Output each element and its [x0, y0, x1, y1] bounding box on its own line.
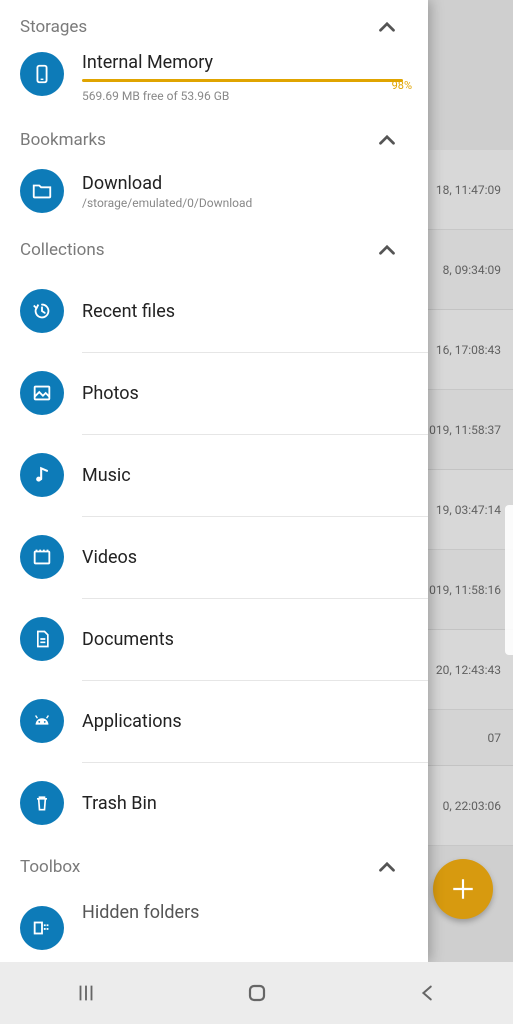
chevron-up-icon [374, 854, 400, 880]
storage-progress: 98% [82, 79, 410, 83]
background-file-list: 18, 11:47:09 8, 09:34:09 16, 17:08:43 01… [413, 150, 513, 950]
document-icon [20, 617, 64, 661]
system-navigation-bar [0, 962, 513, 1024]
collection-label: Documents [82, 629, 428, 650]
bg-row: 18, 11:47:09 [413, 150, 513, 230]
chevron-up-icon [374, 14, 400, 40]
bg-row: 16, 17:08:43 [413, 310, 513, 390]
bg-row: 019, 11:58:37 [413, 390, 513, 470]
phone-icon [20, 52, 64, 96]
bg-row: 19, 03:47:14 [413, 470, 513, 550]
back-button[interactable] [408, 973, 448, 1013]
home-button[interactable] [237, 973, 277, 1013]
bg-row: 019, 11:58:16 [413, 550, 513, 630]
bg-row: 8, 09:34:09 [413, 230, 513, 310]
collection-item-trash[interactable]: Trash Bin [20, 763, 428, 844]
bookmark-path: /storage/emulated/0/Download [82, 196, 252, 210]
collection-item-videos[interactable]: Videos [20, 517, 428, 598]
bg-row: 20, 12:43:43 [413, 630, 513, 710]
section-title: Collections [20, 240, 105, 260]
chevron-up-icon [374, 127, 400, 153]
music-icon [20, 453, 64, 497]
section-title: Toolbox [20, 857, 80, 877]
storage-percent: 98% [392, 79, 412, 92]
collection-item-music[interactable]: Music [20, 435, 428, 516]
collection-label: Trash Bin [82, 793, 428, 814]
collection-label: Photos [82, 383, 428, 404]
collection-label: Music [82, 465, 428, 486]
section-title: Bookmarks [20, 130, 106, 150]
android-icon [20, 699, 64, 743]
bg-row: 0, 22:03:06 [413, 766, 513, 846]
collection-item-applications[interactable]: Applications [20, 681, 428, 762]
collection-item-documents[interactable]: Documents [20, 599, 428, 680]
bookmark-item-download[interactable]: Download /storage/emulated/0/Download [20, 161, 428, 227]
section-header-storages[interactable]: Storages [0, 4, 428, 48]
navigation-drawer[interactable]: Storages Internal Memory 98% 569.69 MB f… [0, 0, 428, 962]
section-header-collections[interactable]: Collections [0, 227, 428, 271]
section-header-toolbox[interactable]: Toolbox [0, 844, 428, 888]
recents-button[interactable] [66, 973, 106, 1013]
collection-label: Applications [82, 711, 428, 732]
storage-title: Internal Memory [82, 52, 410, 73]
recent-icon [20, 289, 64, 333]
chevron-up-icon [374, 237, 400, 263]
toolbox-label: Hidden folders [82, 902, 199, 923]
storage-item-internal[interactable]: Internal Memory 98% 569.69 MB free of 53… [20, 48, 428, 117]
collection-label: Videos [82, 547, 428, 568]
folder-icon [20, 169, 64, 213]
plus-icon [450, 876, 476, 902]
photo-icon [20, 371, 64, 415]
scroll-indicator [505, 505, 513, 655]
toolbox-item-hidden-folders[interactable]: Hidden folders [20, 888, 428, 923]
collection-label: Recent files [82, 301, 428, 322]
bookmark-title: Download [82, 173, 252, 194]
section-title: Storages [20, 17, 87, 37]
collection-item-recent[interactable]: Recent files [20, 271, 428, 352]
add-button[interactable] [433, 859, 493, 919]
video-icon [20, 535, 64, 579]
hidden-folders-icon [20, 906, 64, 950]
section-header-bookmarks[interactable]: Bookmarks [0, 117, 428, 161]
collection-item-photos[interactable]: Photos [20, 353, 428, 434]
storage-free-label: 569.69 MB free of 53.96 GB [82, 89, 410, 103]
bg-row: 07 [413, 710, 513, 766]
collections-list: Recent files Photos Music Videos [0, 271, 428, 844]
trash-icon [20, 781, 64, 825]
